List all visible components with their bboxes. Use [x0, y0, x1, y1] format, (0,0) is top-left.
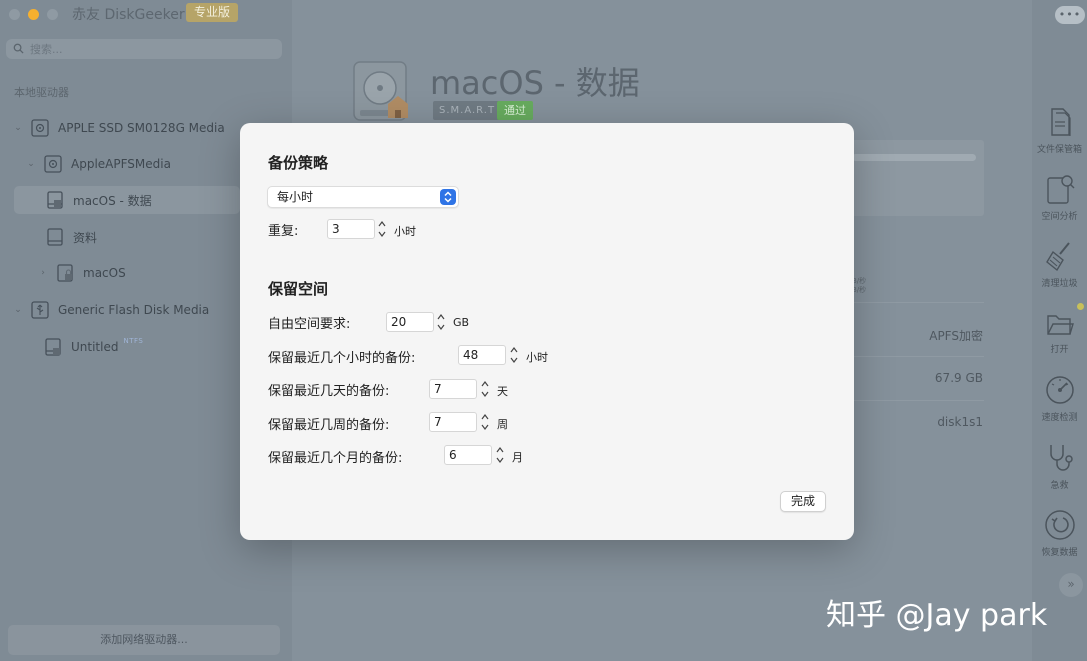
pro-badge: 专业版: [186, 3, 239, 22]
local-drives-section-label: 本地驱动器: [14, 86, 69, 99]
keep-months-label: 保留最近几个月的备份:: [268, 451, 403, 466]
divider: [852, 356, 984, 357]
keep-days-input[interactable]: 7: [429, 379, 477, 399]
more-button[interactable]: •••: [1055, 6, 1085, 24]
sidebar-item-label: Generic Flash Disk Media: [58, 303, 210, 317]
toolbar-open[interactable]: 打开: [1032, 308, 1087, 355]
keep-weeks-stepper[interactable]: [479, 411, 491, 433]
write-speed-text: B/秒: [852, 286, 867, 294]
toolbar-space-analysis[interactable]: 空间分析: [1032, 173, 1087, 222]
close-window-button[interactable]: [9, 9, 20, 20]
device-id-value: disk1s1: [937, 415, 983, 429]
space-analysis-icon: [1046, 175, 1074, 204]
toolbar-label: 恢复数据: [1041, 548, 1078, 558]
watermark: 知乎 @Jay park: [826, 598, 1048, 633]
toolbar-recover-data[interactable]: 恢复数据: [1032, 509, 1087, 558]
free-space-stepper[interactable]: [435, 311, 447, 333]
size-value: 67.9 GB: [934, 371, 983, 385]
sidebar-item-label: macOS - 数据: [73, 193, 152, 208]
sidebar-item-macos-data[interactable]: macOS - 数据: [14, 186, 240, 214]
backup-settings-dialog: 备份策略 每小时 重复: 3 小时 保留空间 自由空间要求: 20 GB 保留最…: [240, 123, 854, 540]
broom-icon: [1045, 242, 1070, 272]
chevron-down-icon[interactable]: ⌄: [12, 123, 24, 133]
backup-frequency-select[interactable]: 每小时: [267, 186, 459, 208]
search-input[interactable]: [30, 39, 270, 59]
toolbar-label: 打开: [1050, 345, 1069, 355]
search-box[interactable]: [6, 39, 282, 59]
toolbar-label: 文件保管箱: [1036, 145, 1082, 155]
toolbar-label: 急救: [1050, 481, 1069, 491]
toolbar-file-vault[interactable]: 文件保管箱: [1032, 106, 1087, 155]
reserve-space-heading: 保留空间: [268, 280, 329, 298]
keep-days-label: 保留最近几天的备份:: [268, 384, 390, 399]
keep-hours-unit: 小时: [526, 351, 548, 364]
chevron-right-icon[interactable]: ›: [37, 268, 49, 278]
toolbar-speed-test[interactable]: 速度检测: [1032, 374, 1087, 423]
search-icon: [13, 43, 24, 54]
chevron-down-icon[interactable]: ⌄: [25, 159, 37, 169]
repeat-unit: 小时: [394, 225, 416, 238]
zoom-window-button[interactable]: [47, 9, 58, 20]
free-space-unit: GB: [453, 316, 470, 329]
repeat-input[interactable]: 3: [327, 219, 375, 239]
keep-months-unit: 月: [512, 451, 523, 464]
volume-icon: [47, 191, 63, 209]
free-space-label: 自由空间要求:: [268, 317, 351, 332]
apfs-container-icon: [44, 155, 62, 173]
sidebar-item-label: APPLE SSD SM0128G Media: [58, 121, 225, 135]
speedometer-icon: [1045, 376, 1074, 404]
divider: [852, 302, 984, 303]
backup-strategy-heading: 备份策略: [268, 154, 329, 172]
repeat-label: 重复:: [268, 224, 299, 239]
sidebar-item-label: AppleAPFSMedia: [71, 157, 171, 171]
divider: [852, 400, 984, 401]
capacity-bar: [852, 154, 976, 161]
locked-volume-icon: [57, 264, 73, 282]
external-volume-icon: [45, 338, 61, 356]
sidebar-item-label: Untitled: [71, 340, 119, 354]
keep-hours-label: 保留最近几个小时的备份:: [268, 351, 416, 366]
sidebar-item-label: 资料: [73, 230, 98, 245]
smart-label: S.M.A.R.T: [433, 101, 502, 120]
keep-hours-input[interactable]: 48: [458, 345, 506, 365]
backup-frequency-value: 每小时: [277, 190, 314, 204]
add-network-drive-button[interactable]: 添加网络驱动器...: [8, 625, 280, 655]
page-title: macOS - 数据: [430, 64, 640, 102]
usb-icon: [31, 301, 49, 319]
minimize-window-button[interactable]: [28, 9, 39, 20]
format-value: APFS加密: [929, 329, 983, 343]
keep-weeks-input[interactable]: 7: [429, 412, 477, 432]
keep-months-input[interactable]: 6: [444, 445, 492, 465]
volume-icon: [47, 228, 63, 246]
folder-open-icon: [1046, 315, 1074, 335]
toolbar-first-aid[interactable]: 急救: [1032, 442, 1087, 491]
toolbar-label: 清理垃圾: [1041, 279, 1078, 289]
internal-disk-icon: [31, 119, 49, 137]
select-arrows-icon: [440, 189, 456, 205]
toolbar-label: 空间分析: [1041, 212, 1078, 222]
hard-drive-icon: [353, 61, 408, 121]
keep-weeks-label: 保留最近几周的备份:: [268, 418, 390, 433]
toolbar-label: 速度检测: [1041, 413, 1078, 423]
app-title: 赤友 DiskGeeker: [72, 7, 185, 23]
file-vault-icon: [1050, 108, 1071, 136]
restore-icon: [1044, 510, 1075, 540]
keep-weeks-unit: 周: [497, 418, 508, 431]
done-button[interactable]: 完成: [780, 491, 826, 512]
keep-days-stepper[interactable]: [479, 378, 491, 400]
sidebar-item-label: macOS: [83, 266, 126, 280]
keep-hours-stepper[interactable]: [508, 344, 520, 366]
stethoscope-icon: [1049, 445, 1073, 471]
chevron-down-icon[interactable]: ⌄: [12, 305, 24, 315]
capacity-panel: [840, 140, 984, 216]
smart-status-badge: 通过: [497, 101, 533, 120]
keep-months-stepper[interactable]: [494, 444, 506, 466]
keep-days-unit: 天: [497, 385, 508, 398]
toolbar-clean-junk[interactable]: 清理垃圾: [1032, 240, 1087, 289]
repeat-stepper[interactable]: [376, 218, 388, 240]
free-space-input[interactable]: 20: [386, 312, 434, 332]
ntfs-badge: NTFS: [123, 337, 144, 345]
expand-toolbar-button[interactable]: »: [1059, 573, 1083, 597]
